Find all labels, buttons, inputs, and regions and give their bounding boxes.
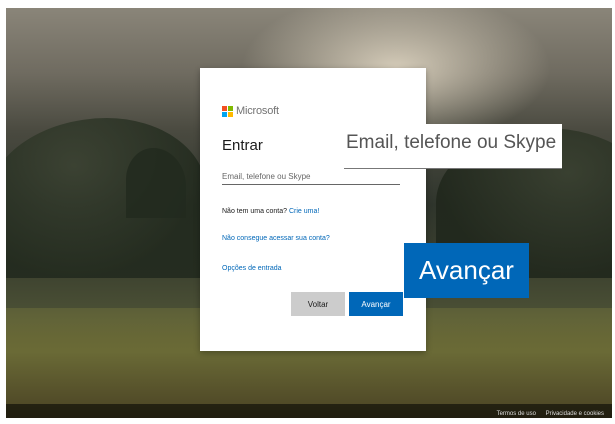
logo-square-blue bbox=[222, 111, 227, 117]
microsoft-logo: Microsoft bbox=[222, 105, 279, 117]
terms-link[interactable]: Termos de uso bbox=[497, 411, 536, 417]
next-button-callout: Avançar bbox=[404, 243, 529, 298]
logo-square-green bbox=[228, 105, 233, 111]
back-button[interactable]: Voltar bbox=[291, 292, 345, 316]
signin-card: Microsoft Entrar Não tem uma conta? Crie… bbox=[200, 68, 426, 351]
email-field-callout-text: Email, telefone ou Skype bbox=[346, 132, 557, 153]
next-button[interactable]: Avançar bbox=[349, 292, 403, 316]
logo-square-yellow bbox=[228, 111, 233, 117]
privacy-link[interactable]: Privacidade e cookies bbox=[546, 411, 604, 417]
footer-bar: Termos de uso Privacidade e cookies bbox=[6, 404, 612, 418]
email-field[interactable] bbox=[222, 171, 400, 185]
page-title: Entrar bbox=[222, 137, 263, 154]
create-account-link[interactable]: Crie uma! bbox=[289, 208, 319, 215]
no-account-text: Não tem uma conta? bbox=[222, 208, 287, 215]
email-field-callout-underline bbox=[344, 168, 562, 169]
no-account-row: Não tem uma conta? Crie uma! bbox=[222, 208, 319, 215]
brand-name: Microsoft bbox=[236, 105, 279, 117]
footer-links: Termos de uso Privacidade e cookies bbox=[489, 411, 604, 417]
microsoft-logo-icon bbox=[222, 105, 233, 117]
logo-square-red bbox=[222, 105, 227, 111]
email-field-callout: Email, telefone ou Skype bbox=[344, 124, 562, 169]
cant-access-link[interactable]: Não consegue acessar sua conta? bbox=[222, 235, 330, 242]
signin-options-link[interactable]: Opções de entrada bbox=[222, 265, 282, 272]
